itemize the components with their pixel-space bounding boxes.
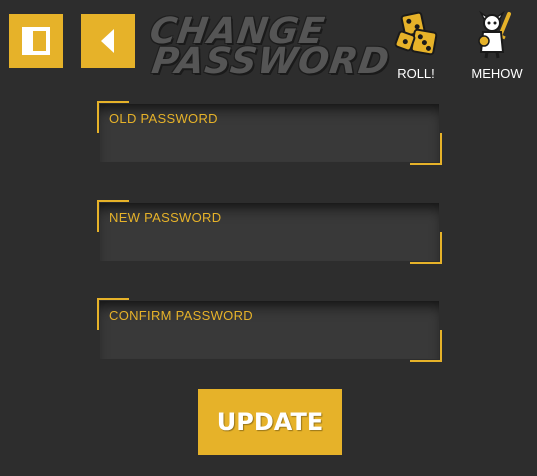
roll-label: ROLL! <box>397 66 435 81</box>
page-title: CHANGE PASSWORD <box>146 10 396 82</box>
old-password-field[interactable]: OLD PASSWORD <box>97 101 442 165</box>
old-password-label: OLD PASSWORD <box>109 111 218 126</box>
confirm-password-label: CONFIRM PASSWORD <box>109 308 253 323</box>
back-arrow-icon <box>93 29 114 53</box>
mehow-button[interactable]: MEHOW <box>467 10 527 81</box>
update-button[interactable]: UPDATE <box>198 389 342 455</box>
page-title-line-2: PASSWORD <box>149 41 393 82</box>
confirm-password-input[interactable] <box>109 328 433 352</box>
dice-icon <box>392 10 440 58</box>
new-password-input[interactable] <box>109 230 433 254</box>
back-button[interactable] <box>81 14 135 68</box>
sidebar-panel-icon <box>22 27 50 55</box>
roll-button[interactable]: ROLL! <box>386 10 446 81</box>
knight-character-icon <box>478 10 511 59</box>
toggle-sidebar-button[interactable] <box>9 14 63 68</box>
confirm-password-field[interactable]: CONFIRM PASSWORD <box>97 298 442 362</box>
new-password-label: NEW PASSWORD <box>109 210 222 225</box>
new-password-field[interactable]: NEW PASSWORD <box>97 200 442 264</box>
mehow-label: MEHOW <box>471 66 523 81</box>
old-password-input[interactable] <box>109 131 433 155</box>
